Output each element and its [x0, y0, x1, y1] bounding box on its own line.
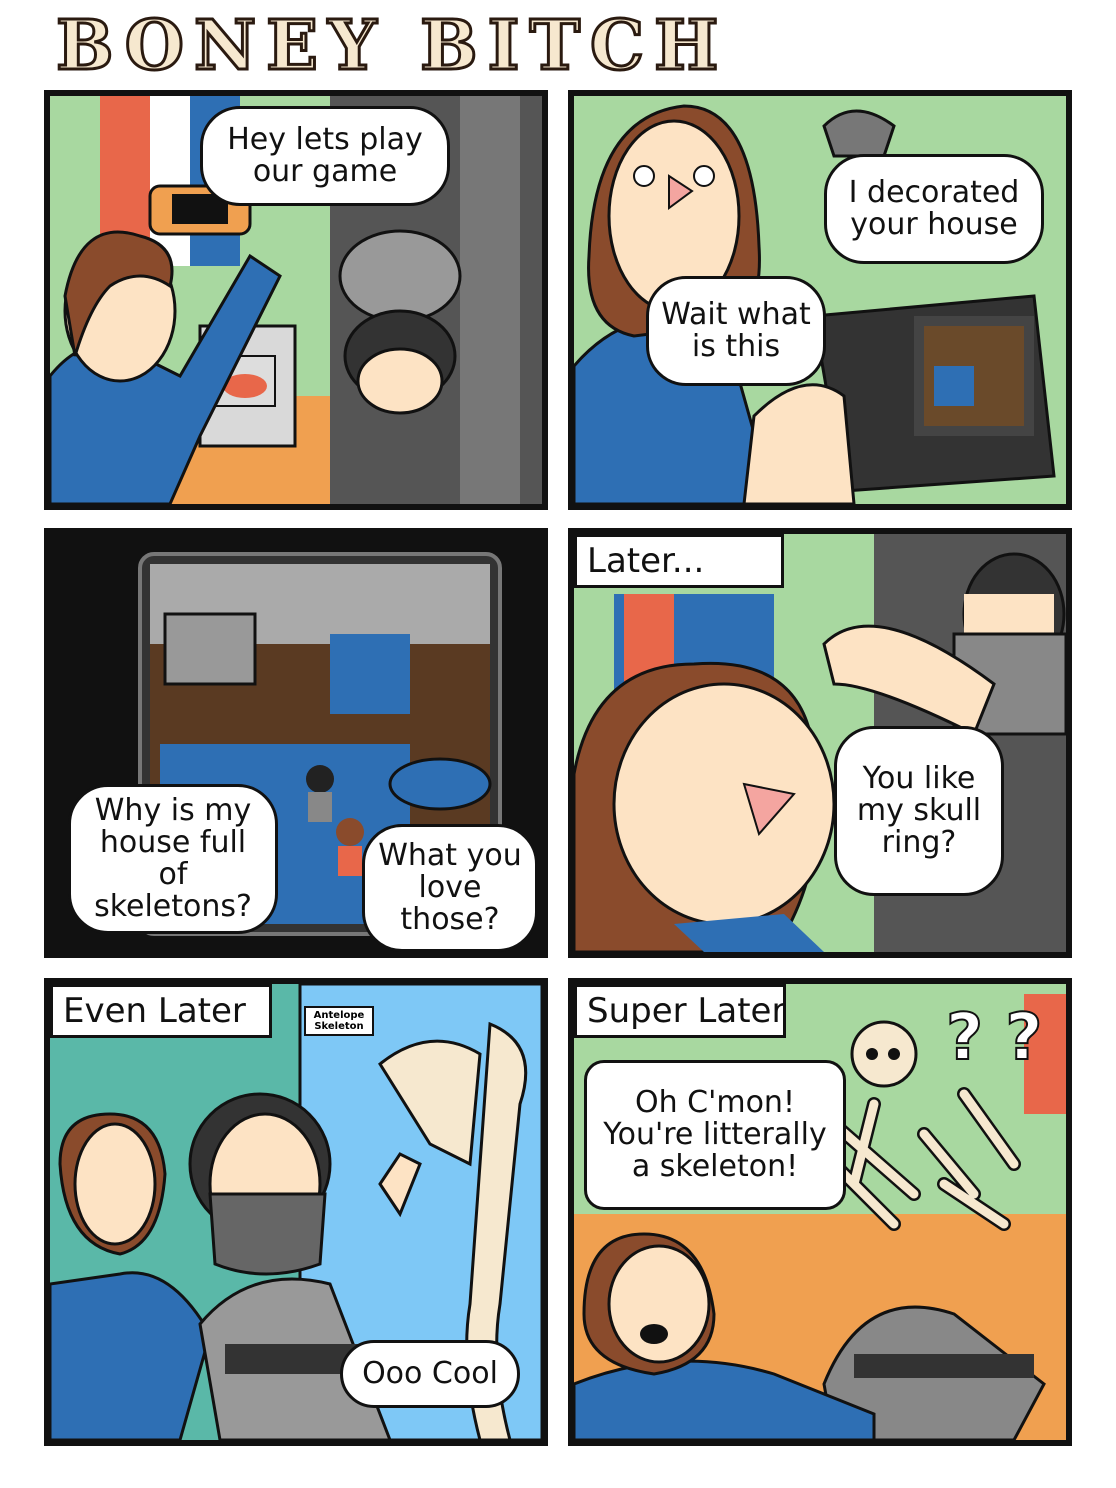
speech-bubble: Hey lets play our game [200, 106, 450, 206]
panel-4: Later... You like my skull ring? [568, 528, 1072, 958]
speech-bubble: Ooo Cool [340, 1340, 520, 1408]
speech-bubble: I decorated your house [824, 154, 1044, 264]
speech-bubble: Why is my house full of skeletons? [68, 784, 278, 934]
exhibit-sign: Antelope Skeleton [304, 1006, 374, 1036]
speech-bubble: Wait what is this [646, 276, 826, 386]
speech-bubble: What you love those? [362, 824, 538, 952]
panel-caption: Even Later [50, 984, 272, 1038]
speech-bubble: Oh C'mon! You're litterally a skeleton! [584, 1060, 846, 1210]
panel-2: I decorated your house Wait what is this [568, 90, 1072, 510]
speech-bubble: You like my skull ring? [834, 726, 1004, 896]
panel-caption: Later... [574, 534, 784, 588]
panel-5: Even Later Antelope Skeleton Ooo Cool [44, 978, 548, 1446]
panel-1: Hey lets play our game [44, 90, 548, 510]
question-marks: ? ? [945, 1000, 1044, 1076]
comic-title: BONEY BITCH [55, 5, 729, 88]
panel-caption: Super Later [574, 984, 786, 1038]
panel-3: Why is my house full of skeletons? What … [44, 528, 548, 958]
panel-6: Super Later Oh C'mon! You're litterally … [568, 978, 1072, 1446]
